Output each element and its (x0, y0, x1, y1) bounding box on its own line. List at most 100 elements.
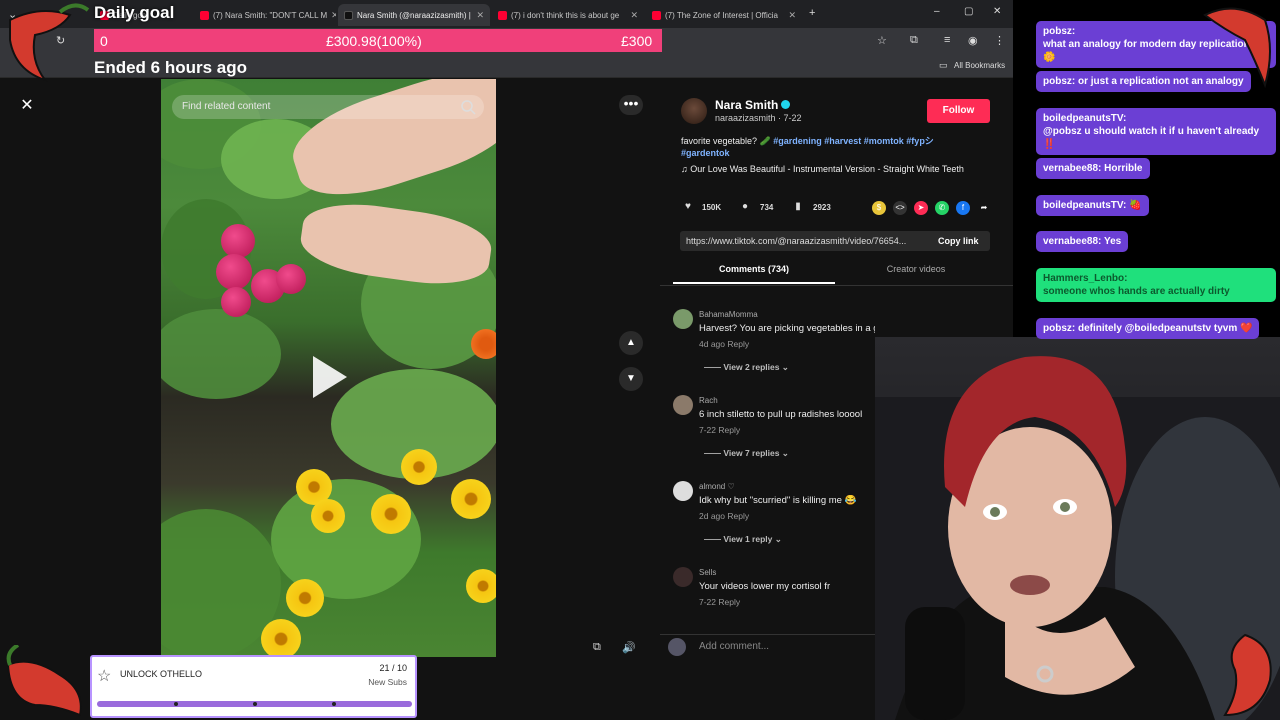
close-video-button[interactable]: ✕ (16, 95, 38, 117)
comment-text: Idk why but "scurried" is killing me 😂 (699, 495, 857, 506)
coin-icon[interactable]: $ (872, 201, 886, 215)
share-link-box: https://www.tiktok.com/@naraazizasmith/v… (680, 231, 990, 251)
comment-avatar[interactable] (673, 567, 693, 587)
goal-start: 0 (100, 33, 108, 49)
star-icon: ☆ (97, 668, 112, 685)
tiktok-favicon-icon (344, 10, 353, 20)
tab-close-icon[interactable]: ✕ (331, 10, 336, 21)
author-name[interactable]: Nara Smith (715, 98, 778, 112)
view-replies-button[interactable]: —— View 2 replies ⌄ (704, 362, 789, 373)
add-comment-input[interactable]: Add comment... (699, 641, 769, 652)
share-link-url[interactable]: https://www.tiktok.com/@naraazizasmith/v… (686, 236, 926, 246)
tab-title: (7) i don't think this is about ge (511, 10, 620, 20)
chat-username: boiledpeanutsTV: (1043, 200, 1127, 211)
find-related-search[interactable]: Find related content (172, 95, 484, 119)
all-bookmarks-link[interactable]: All Bookmarks (954, 61, 1005, 70)
save-icon[interactable]: ▮ (791, 200, 805, 214)
divider (660, 285, 1013, 286)
chat-username: vernabee88: (1043, 236, 1102, 247)
comment-username[interactable]: Sells (699, 568, 716, 577)
send-icon[interactable]: ➤ (914, 201, 928, 215)
minimize-icon[interactable]: – (934, 6, 940, 17)
tab-dont-think[interactable]: (7) i don't think this is about ge ✕ (492, 4, 644, 26)
milestone-dot (174, 702, 178, 706)
play-icon[interactable] (313, 356, 347, 398)
like-count: 150K (702, 203, 722, 212)
tab-title: (7) Nara Smith: "DON'T CALL M (213, 10, 328, 20)
comment-text: Your videos lower my cortisol fr (699, 581, 831, 592)
goal-status: Ended 6 hours ago (94, 58, 248, 77)
marigold (471, 329, 496, 359)
search-icon[interactable] (459, 98, 477, 116)
goal-title: Daily goal (94, 3, 175, 22)
comment-icon[interactable]: ● (738, 200, 752, 214)
music-title[interactable]: ♫ Our Love Was Beautiful - Instrumental … (681, 164, 964, 174)
comment-text: Harvest? You are picking vegetables in a… (699, 323, 875, 334)
comment-meta[interactable]: 7-22 Reply (699, 597, 740, 607)
next-video-button[interactable]: ▼ (619, 367, 643, 391)
comment-meta[interactable]: 2d ago Reply (699, 511, 749, 521)
comment-meta[interactable]: 4d ago Reply (699, 339, 749, 349)
tab-nara-dont-call[interactable]: (7) Nara Smith: "DON'T CALL M ✕ (194, 4, 336, 26)
radish (276, 264, 306, 294)
tab-close-icon[interactable]: ✕ (476, 10, 484, 21)
goal-current: £300.98(100%) (326, 33, 422, 49)
comment-username[interactable]: almond ♡ (699, 482, 735, 491)
new-tab-button[interactable]: + (809, 7, 815, 19)
sub-goal-count: 21 / 10 (379, 663, 407, 673)
view-replies-button[interactable]: —— View 1 reply ⌄ (704, 534, 782, 545)
pip-icon[interactable]: ⧉ (593, 641, 601, 654)
chat-username: Hammers_Lenbo: (1043, 273, 1128, 284)
author-avatar[interactable] (681, 98, 707, 124)
marigold (466, 569, 496, 603)
view-replies-button[interactable]: —— View 7 replies ⌄ (704, 448, 789, 459)
share-arrow-icon[interactable]: ➦ (977, 201, 991, 215)
chat-message: vernabee88: Horrible (1036, 158, 1150, 179)
tab-title: (7) The Zone of Interest | Officia (665, 10, 778, 20)
follow-button[interactable]: Follow (927, 99, 990, 123)
tab-nara-tiktok[interactable]: Nara Smith (@naraazizasmith) | ✕ (338, 4, 490, 26)
extensions-icon[interactable]: ⧉ (910, 34, 918, 47)
folder-icon: ▭ (939, 60, 948, 70)
tab-close-icon[interactable]: ✕ (788, 10, 796, 21)
maximize-icon[interactable]: ▢ (964, 6, 973, 17)
more-options-button[interactable]: ••• (619, 95, 643, 115)
chili-pepper-icon (1203, 7, 1271, 89)
youtube-favicon-icon (498, 10, 507, 20)
embed-icon[interactable]: <> (893, 201, 907, 215)
volume-icon[interactable]: 🔊 (622, 641, 636, 654)
comment-username[interactable]: BahamaMomma (699, 310, 758, 319)
chili-pepper-icon (6, 645, 82, 717)
sub-goal-track (97, 701, 412, 707)
marigold (451, 479, 491, 519)
bookmark-star-icon[interactable]: ☆ (877, 34, 887, 47)
window-close-icon[interactable]: ✕ (993, 6, 1001, 17)
menu-icon[interactable]: ⋮ (994, 34, 1005, 47)
like-icon[interactable]: ♥ (681, 200, 695, 214)
copy-link-button[interactable]: Copy link (938, 236, 979, 246)
youtube-favicon-icon (652, 10, 661, 20)
goal-progress-bar: 0 £300.98(100%) £300 (94, 29, 662, 52)
tab-zone-of-interest[interactable]: (7) The Zone of Interest | Officia ✕ (646, 4, 802, 26)
chat-username: boiledpeanutsTV: (1043, 113, 1127, 124)
tab-title: Nara Smith (@naraazizasmith) | (357, 10, 471, 20)
comment-meta[interactable]: 7-22 Reply (699, 425, 740, 435)
chat-message: boiledpeanutsTV: @pobsz u should watch i… (1036, 108, 1276, 155)
comment-avatar[interactable] (673, 395, 693, 415)
tab-close-icon[interactable]: ✕ (630, 10, 638, 21)
media-icon[interactable]: ≡ (944, 34, 950, 46)
comment-username[interactable]: Rach (699, 396, 718, 405)
chat-message: boiledpeanutsTV: 🍓 (1036, 195, 1149, 216)
tab-comments[interactable]: Comments (734) (673, 264, 835, 284)
comment-avatar[interactable] (673, 309, 693, 329)
chat-message: Hammers_Lenbo: someone whos hands are ac… (1036, 268, 1276, 302)
previous-video-button[interactable]: ▲ (619, 331, 643, 355)
comment-avatar[interactable] (673, 481, 693, 501)
whatsapp-icon[interactable]: ✆ (935, 201, 949, 215)
facebook-icon[interactable]: f (956, 201, 970, 215)
chat-text: @pobsz u should watch it if u haven't al… (1043, 126, 1260, 150)
youtube-favicon-icon (200, 10, 209, 20)
sub-goal-title: UNLOCK OTHELLO (120, 669, 203, 679)
tab-creator-videos[interactable]: Creator videos (835, 264, 997, 284)
profile-icon[interactable]: ◉ (968, 34, 978, 47)
